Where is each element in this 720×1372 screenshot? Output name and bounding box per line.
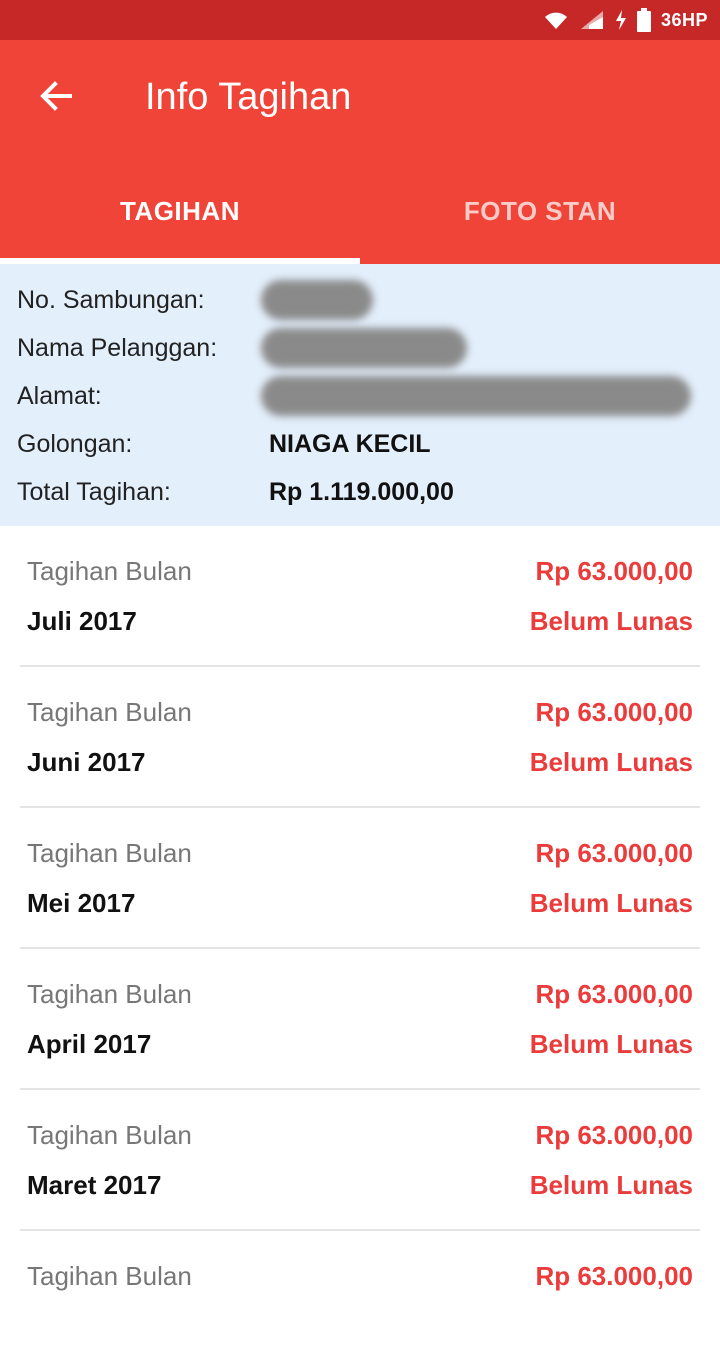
total-tagihan-label: Total Tagihan: bbox=[17, 477, 171, 506]
redacted-no-sambungan bbox=[261, 280, 373, 320]
status-bar: 36HP bbox=[0, 0, 720, 40]
list-item[interactable]: Tagihan Bulan Mei 2017 Rp 63.000,00 Belu… bbox=[20, 808, 700, 949]
bill-status: Belum Lunas bbox=[529, 1170, 693, 1200]
bill-amount: Rp 63.000,00 bbox=[535, 1261, 693, 1291]
info-row-no-sambungan: No. Sambungan: bbox=[17, 276, 717, 324]
bill-month: Juli 2017 bbox=[27, 606, 137, 636]
network-status-text: 36HP bbox=[660, 9, 708, 30]
bill-month: April 2017 bbox=[27, 1029, 152, 1059]
page-title: Info Tagihan bbox=[145, 76, 352, 118]
customer-info-panel: No. Sambungan: Nama Pelanggan: Alamat: G… bbox=[0, 264, 720, 526]
redacted-nama-pelanggan bbox=[261, 328, 467, 368]
bill-label: Tagihan Bulan bbox=[27, 1261, 192, 1291]
signal-icon bbox=[579, 9, 605, 31]
list-item[interactable]: Tagihan Bulan Rp 63.000,00 bbox=[20, 1231, 700, 1372]
list-item[interactable]: Tagihan Bulan Juni 2017 Rp 63.000,00 Bel… bbox=[20, 667, 700, 808]
bill-status: Belum Lunas bbox=[529, 606, 693, 636]
bill-label: Tagihan Bulan bbox=[27, 979, 192, 1009]
bill-label: Tagihan Bulan bbox=[27, 556, 192, 586]
bill-amount: Rp 63.000,00 bbox=[535, 556, 693, 586]
bill-month: Mei 2017 bbox=[27, 888, 136, 918]
bill-status: Belum Lunas bbox=[529, 1029, 693, 1059]
redacted-alamat bbox=[261, 376, 691, 416]
total-tagihan-value: Rp 1.119.000,00 bbox=[269, 477, 454, 506]
nama-pelanggan-label: Nama Pelanggan: bbox=[17, 333, 218, 362]
tab-bar: TAGIHAN FOTO STAN bbox=[0, 168, 720, 264]
list-item[interactable]: Tagihan Bulan Juli 2017 Rp 63.000,00 Bel… bbox=[20, 526, 700, 667]
battery-icon bbox=[636, 8, 651, 32]
bill-status: Belum Lunas bbox=[529, 747, 693, 777]
bill-label: Tagihan Bulan bbox=[27, 697, 192, 727]
bill-month: Juni 2017 bbox=[27, 747, 146, 777]
app-bar: Info Tagihan TAGIHAN FOTO STAN bbox=[0, 40, 720, 264]
bill-status: Belum Lunas bbox=[529, 888, 693, 918]
alamat-label: Alamat: bbox=[17, 381, 102, 410]
golongan-label: Golongan: bbox=[17, 429, 133, 458]
info-row-nama: Nama Pelanggan: bbox=[17, 324, 717, 372]
back-button[interactable] bbox=[28, 70, 84, 126]
bill-amount: Rp 63.000,00 bbox=[535, 979, 693, 1009]
info-row-alamat: Alamat: bbox=[17, 372, 717, 420]
bill-month: Maret 2017 bbox=[27, 1170, 162, 1200]
info-row-total: Total Tagihan: Rp 1.119.000,00 bbox=[17, 468, 717, 516]
bill-label: Tagihan Bulan bbox=[27, 1120, 192, 1150]
wifi-icon bbox=[543, 9, 569, 31]
info-row-golongan: Golongan: NIAGA KECIL bbox=[17, 420, 717, 468]
charging-icon bbox=[615, 9, 627, 31]
bill-label: Tagihan Bulan bbox=[27, 838, 192, 868]
list-item[interactable]: Tagihan Bulan Maret 2017 Rp 63.000,00 Be… bbox=[20, 1090, 700, 1231]
no-sambungan-label: No. Sambungan: bbox=[17, 285, 205, 314]
list-item[interactable]: Tagihan Bulan April 2017 Rp 63.000,00 Be… bbox=[20, 949, 700, 1090]
bill-amount: Rp 63.000,00 bbox=[535, 1120, 693, 1150]
bill-amount: Rp 63.000,00 bbox=[535, 838, 693, 868]
bill-amount: Rp 63.000,00 bbox=[535, 697, 693, 727]
bill-list: Tagihan Bulan Juli 2017 Rp 63.000,00 Bel… bbox=[0, 526, 720, 1372]
golongan-value: NIAGA KECIL bbox=[269, 429, 431, 458]
arrow-left-icon bbox=[38, 78, 74, 119]
tab-tagihan[interactable]: TAGIHAN bbox=[0, 168, 360, 264]
tab-foto-stan[interactable]: FOTO STAN bbox=[360, 168, 720, 264]
